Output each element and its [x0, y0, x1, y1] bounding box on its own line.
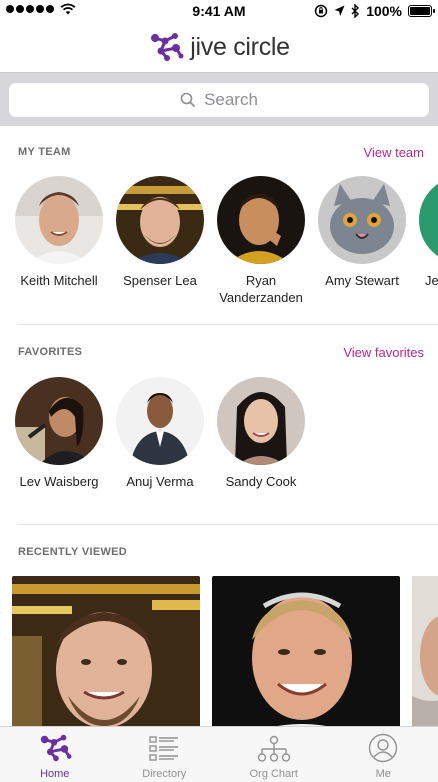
person-name: Lev Waisberg — [19, 474, 99, 489]
tab-home[interactable]: Home — [0, 727, 110, 782]
avatar — [15, 377, 103, 465]
tab-directory[interactable]: Directory — [110, 727, 220, 782]
team-member-card[interactable]: Spenser Lea — [110, 176, 210, 289]
avatar — [116, 176, 204, 264]
view-team-link[interactable]: View team — [364, 145, 424, 160]
tab-label: Org Chart — [249, 768, 298, 780]
favorite-member-card[interactable]: Lev Waisberg — [9, 377, 109, 490]
section-divider — [18, 324, 438, 325]
directory-list-icon — [149, 736, 179, 761]
avatar — [116, 377, 204, 465]
my-team-title: MY TEAM — [18, 146, 71, 158]
recent-person-card[interactable] — [212, 576, 400, 728]
favorites-title: FAVORITES — [18, 346, 83, 358]
recently-viewed-title: RECENTLY VIEWED — [18, 546, 128, 558]
battery-icon — [408, 5, 435, 17]
avatar — [318, 176, 406, 264]
tab-org-chart[interactable]: Org Chart — [219, 727, 329, 782]
avatar — [15, 176, 103, 264]
team-member-card[interactable]: Amy Stewart — [312, 176, 412, 289]
team-member-card[interactable]: Keith Mitchell — [9, 176, 109, 289]
favorite-member-card[interactable]: Anuj Verma — [110, 377, 210, 490]
person-name: Amy Stewart — [325, 273, 399, 288]
section-divider — [18, 524, 438, 525]
my-team-header: MY TEAM View team — [18, 142, 424, 162]
recent-person-card[interactable] — [412, 576, 438, 728]
favorites-header: FAVORITES View favorites — [18, 342, 424, 362]
org-chart-icon — [257, 735, 290, 762]
tab-label: Home — [40, 768, 70, 780]
person-name: Sandy Cook — [225, 474, 297, 489]
jive-circle-icon — [40, 734, 72, 762]
app-title: jive circle — [190, 32, 290, 61]
search-icon — [180, 92, 196, 108]
person-name: Anuj Verma — [126, 474, 194, 489]
tab-label: Directory — [142, 768, 187, 780]
recent-person-card[interactable] — [12, 576, 200, 728]
favorites-row: Lev Waisberg Anuj Verma Sandy Cook — [0, 377, 438, 517]
person-name: Spenser Lea — [123, 273, 197, 288]
team-member-card[interactable]: Ryan Vanderzanden — [211, 176, 311, 306]
avatar — [419, 176, 438, 264]
person-name: Ryan Vanderzanden — [219, 273, 303, 305]
my-team-row: Keith Mitchell Spenser Lea Ryan Vanderza… — [0, 176, 438, 316]
person-name: Je — [425, 273, 438, 288]
location-arrow-icon — [334, 5, 345, 16]
status-bar: 9:41 AM 100% — [0, 0, 438, 22]
battery-percentage: 100% — [366, 3, 402, 19]
avatar — [217, 176, 305, 264]
orientation-lock-icon — [314, 4, 328, 18]
bluetooth-icon — [351, 4, 360, 18]
tab-me[interactable]: Me — [329, 727, 438, 782]
view-favorites-link[interactable]: View favorites — [343, 345, 424, 360]
recently-viewed-header: RECENTLY VIEWED — [18, 542, 424, 562]
app-header: jive circle — [0, 22, 438, 72]
person-name: Keith Mitchell — [20, 273, 98, 288]
profile-icon — [369, 733, 398, 763]
search-input[interactable]: Search — [9, 83, 429, 117]
avatar — [217, 377, 305, 465]
favorite-member-card[interactable]: Sandy Cook — [211, 377, 311, 490]
tab-bar: Home Directory Org Chart Me — [0, 726, 438, 782]
search-bar-container: Search — [0, 72, 438, 126]
jive-circle-logo-icon — [151, 33, 184, 61]
search-placeholder: Search — [204, 90, 258, 109]
tab-label: Me — [375, 768, 391, 780]
team-member-card[interactable]: Je — [413, 176, 438, 289]
recently-viewed-row — [0, 576, 438, 728]
